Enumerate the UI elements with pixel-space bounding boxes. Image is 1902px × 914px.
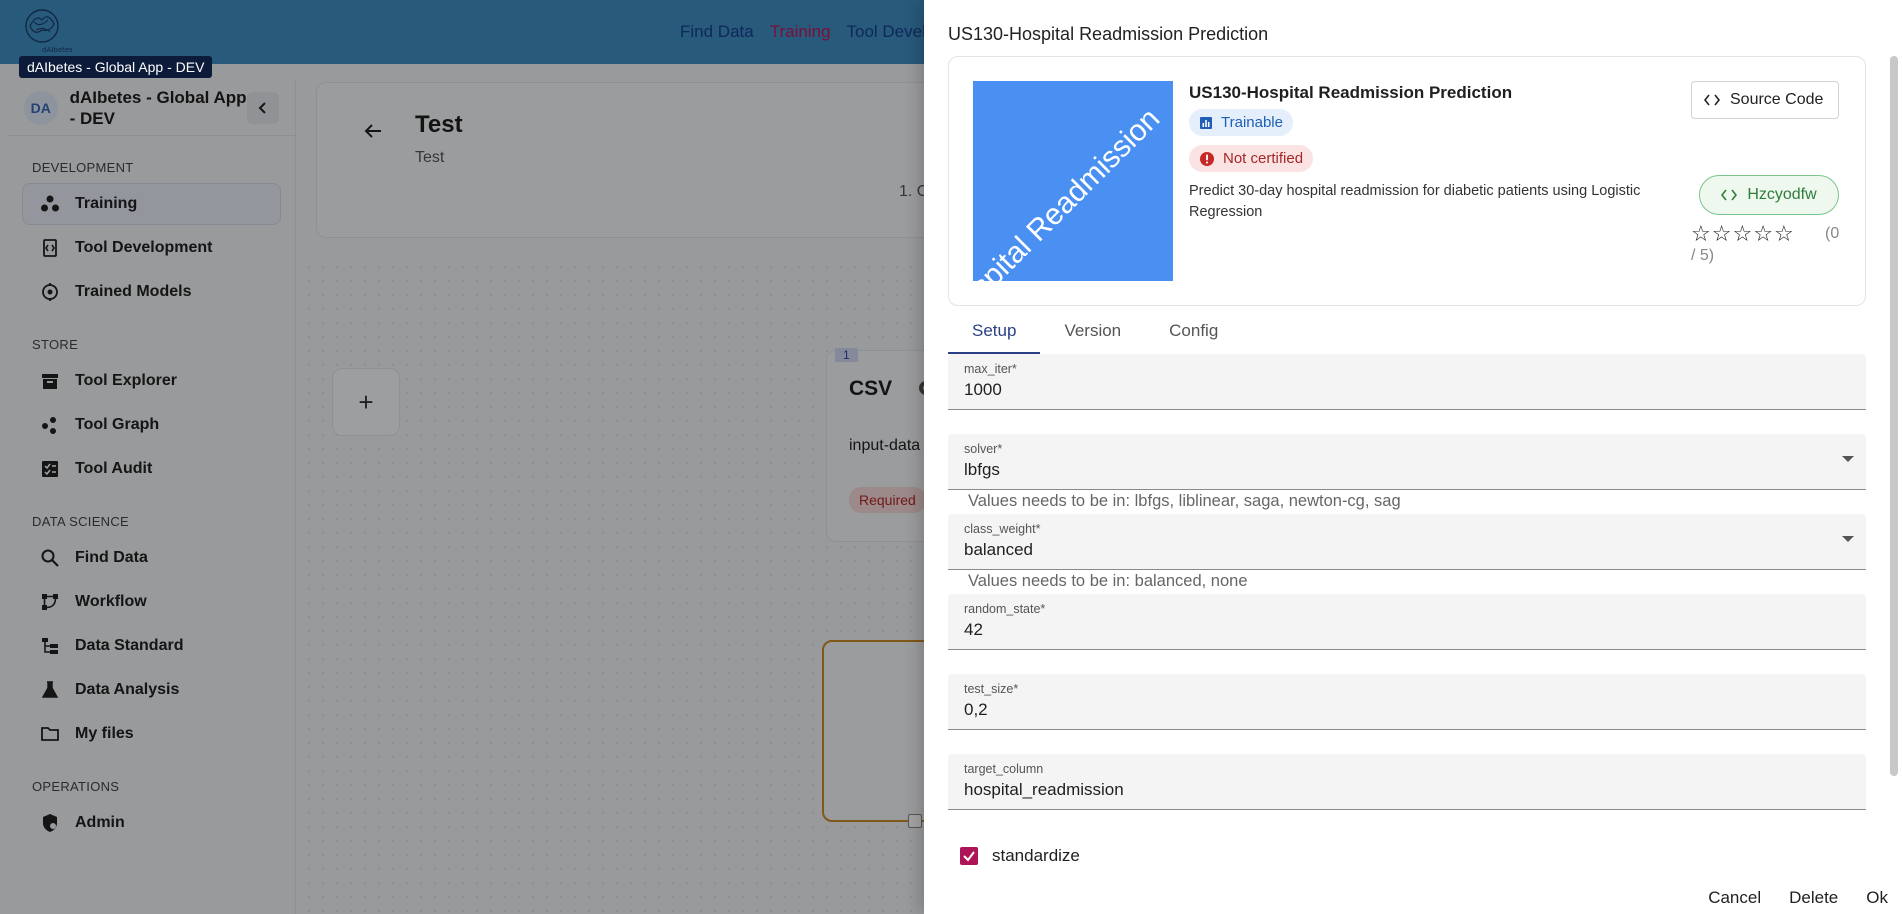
tool-drawer: US130-Hospital Readmission Prediction sp… bbox=[924, 0, 1902, 914]
checkbox-label: standardize bbox=[992, 846, 1080, 865]
version-hash-button[interactable]: Hzcyodfw bbox=[1699, 175, 1839, 215]
star-icon[interactable]: ☆ bbox=[1691, 221, 1712, 246]
field-label: solver* bbox=[964, 442, 1003, 456]
tab-config[interactable]: Config bbox=[1145, 310, 1242, 354]
certification-badge: Not certified bbox=[1189, 145, 1314, 172]
field-value: 0,2 bbox=[964, 700, 988, 719]
class-weight-select[interactable]: class_weight* balanced bbox=[948, 514, 1866, 570]
source-code-button[interactable]: Source Code bbox=[1691, 81, 1839, 119]
solver-select[interactable]: solver* lbfgs bbox=[948, 434, 1866, 490]
class-weight-hint: Values needs to be in: balanced, none bbox=[968, 572, 1248, 590]
solver-hint: Values needs to be in: lbfgs, liblinear,… bbox=[968, 492, 1401, 510]
field-value: lbfgs bbox=[964, 460, 1000, 479]
random-state-field[interactable]: random_state* 42 bbox=[948, 594, 1866, 650]
field-label: random_state* bbox=[964, 602, 1046, 616]
chart-icon bbox=[1200, 116, 1212, 129]
star-icon[interactable]: ☆ bbox=[1732, 221, 1753, 246]
field-label: max_iter* bbox=[964, 362, 1017, 376]
max-iter-field[interactable]: max_iter* 1000 bbox=[948, 354, 1866, 410]
ok-button[interactable]: Ok bbox=[1852, 884, 1902, 912]
field-label: target_column bbox=[964, 762, 1044, 776]
tab-version[interactable]: Version bbox=[1040, 310, 1145, 354]
field-label: test_size* bbox=[964, 682, 1019, 696]
certification-label: Not certified bbox=[1223, 150, 1304, 167]
code-icon bbox=[1704, 94, 1720, 106]
tool-info-card: spital Readmission US130-Hospital Readmi… bbox=[948, 56, 1866, 306]
source-code-label: Source Code bbox=[1730, 91, 1824, 108]
code-icon bbox=[1721, 189, 1738, 201]
alert-icon bbox=[1200, 151, 1214, 166]
star-icon[interactable]: ☆ bbox=[1774, 221, 1795, 246]
field-value: 1000 bbox=[964, 380, 1002, 399]
target-column-field[interactable]: target_column hospital_readmission bbox=[948, 754, 1866, 810]
drawer-scrollbar[interactable] bbox=[1890, 56, 1898, 776]
test-size-field[interactable]: test_size* 0,2 bbox=[948, 674, 1866, 730]
app-tooltip: dAIbetes - Global App - DEV bbox=[19, 56, 213, 78]
cancel-button[interactable]: Cancel bbox=[1694, 884, 1775, 912]
dropdown-caret-icon[interactable] bbox=[1842, 456, 1854, 462]
tool-description: Predict 30-day hospital readmission for … bbox=[1189, 183, 1641, 220]
star-rating[interactable]: ☆☆☆☆☆ bbox=[1691, 221, 1795, 247]
rating-count-open: (0 bbox=[1825, 225, 1840, 242]
drawer-title: US130-Hospital Readmission Prediction bbox=[948, 24, 1269, 44]
drawer-actions: Cancel Delete Ok bbox=[1694, 884, 1902, 912]
field-value: balanced bbox=[964, 540, 1034, 559]
delete-button[interactable]: Delete bbox=[1775, 884, 1852, 912]
field-value: hospital_readmission bbox=[964, 780, 1124, 799]
field-label: class_weight* bbox=[964, 522, 1041, 536]
dropdown-caret-icon[interactable] bbox=[1842, 536, 1854, 542]
drawer-tabs: Setup Version Config bbox=[948, 310, 1242, 354]
rating-count-close: / 5) bbox=[1691, 247, 1715, 264]
version-hash-label: Hzcyodfw bbox=[1747, 186, 1817, 203]
field-value: 42 bbox=[964, 620, 983, 639]
tab-setup[interactable]: Setup bbox=[948, 310, 1041, 354]
standardize-checkbox[interactable]: standardize bbox=[960, 846, 1080, 866]
star-icon[interactable]: ☆ bbox=[1753, 221, 1774, 246]
thumbnail-text: spital Readmission bbox=[973, 102, 1167, 281]
tool-thumbnail: spital Readmission bbox=[973, 81, 1173, 281]
star-icon[interactable]: ☆ bbox=[1712, 221, 1733, 246]
trainable-badge: Trainable bbox=[1189, 109, 1293, 136]
tool-name: US130-Hospital Readmission Prediction bbox=[1189, 83, 1513, 102]
checkbox-checked-icon[interactable] bbox=[960, 847, 978, 865]
trainable-label: Trainable bbox=[1221, 114, 1283, 131]
